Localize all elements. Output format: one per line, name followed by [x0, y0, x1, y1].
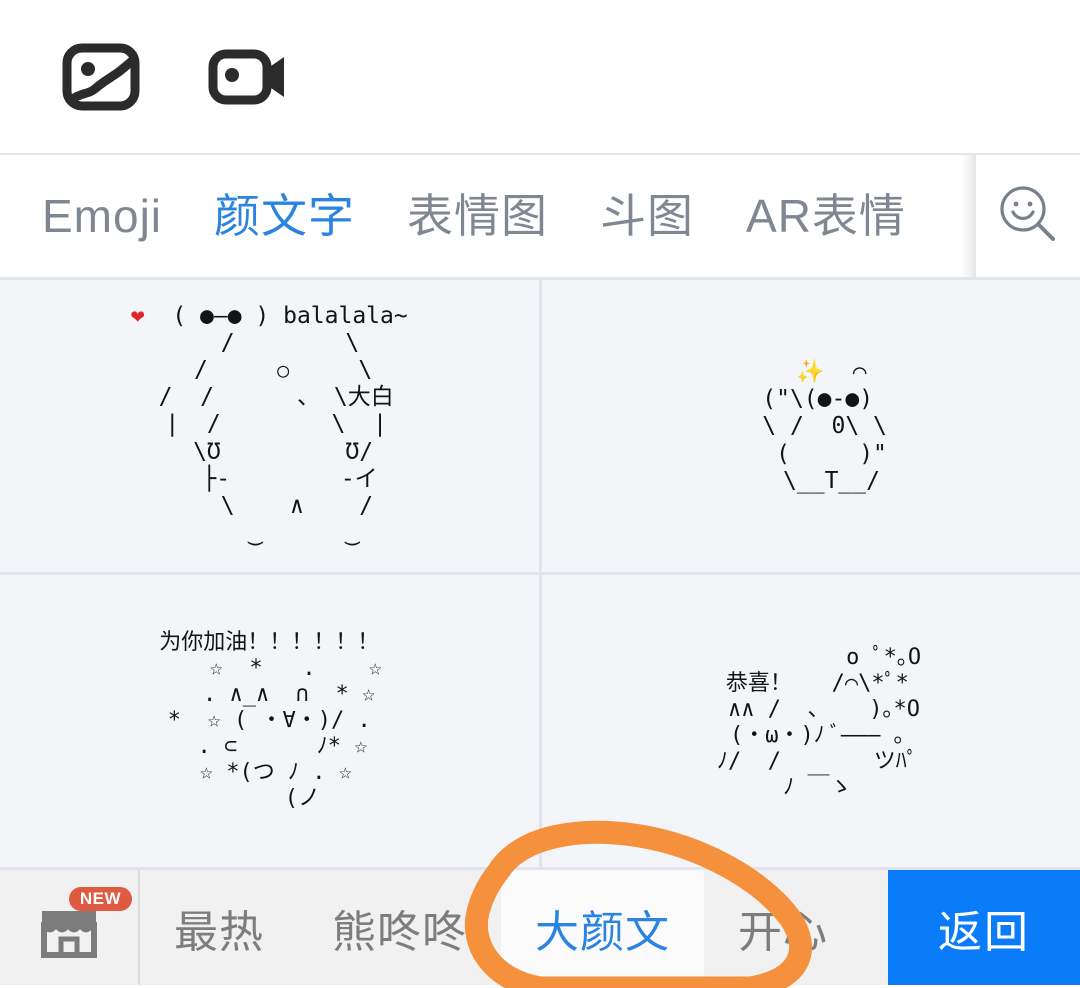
sticker-store-button[interactable]: NEW: [0, 870, 140, 985]
tabbar-divider: [962, 155, 976, 277]
kaomoji-grid: ❤ ( ●—● ) balalala~ / \ / ○ \ / / 、 \大白 …: [0, 277, 1080, 870]
back-button[interactable]: 返回: [888, 870, 1080, 985]
new-badge: NEW: [68, 886, 132, 911]
tab-kaomoji[interactable]: 颜文字: [214, 193, 355, 239]
photo-icon-button[interactable]: [58, 34, 144, 120]
bottom-tab-kaomoji[interactable]: 大颜文: [501, 870, 704, 985]
bottom-tab-hottest[interactable]: 最热: [140, 870, 298, 985]
category-tabbar: Emoji 颜文字 表情图 斗图 AR表情: [0, 155, 1080, 277]
bottom-navbar: NEW 最热 熊咚咚 大颜文 开心 返回: [0, 870, 1080, 985]
kaomoji-art: ✨ ⌒ ("\(●-●) \ / 0\ \ ( )" \__T__/: [762, 359, 887, 494]
top-toolbar: [0, 0, 1080, 155]
kaomoji-cell-cheer[interactable]: 为你加油！！！！！！ ☆ * . ☆ . ∧_∧ ∩ * ☆ * ☆ ( ・∀・…: [0, 575, 539, 867]
bottom-tab-bear[interactable]: 熊咚咚: [298, 870, 501, 985]
kaomoji-art: o ﾟ*｡O 恭喜！ /⌒\*ﾟ* ∧∧ / 、 )｡*O (・ω・)ﾉ ﾞ——…: [717, 645, 922, 800]
tab-ar-emoji[interactable]: AR表情: [746, 193, 906, 239]
kaomoji-cell-sparkle-bear[interactable]: ✨ ⌒ ("\(●-●) \ / 0\ \ ( )" \__T__/: [541, 280, 1080, 572]
kaomoji-art: ❤ ( ●—● ) balalala~ / \ / ○ \ / / 、 \大白 …: [130, 302, 408, 546]
video-icon: [208, 46, 290, 108]
photo-icon: [62, 43, 140, 111]
kaomoji-cell-congrats[interactable]: o ﾟ*｡O 恭喜！ /⌒\*ﾟ* ∧∧ / 、 )｡*O (・ω・)ﾉ ﾞ——…: [541, 575, 1080, 867]
smiley-search-icon: [997, 183, 1059, 250]
bottom-tab-happy[interactable]: 开心: [704, 870, 862, 985]
store-icon: [32, 910, 106, 969]
kaomoji-cell-baymax[interactable]: ❤ ( ●—● ) balalala~ / \ / ○ \ / / 、 \大白 …: [0, 280, 539, 572]
smiley-search-button[interactable]: [976, 155, 1080, 277]
kaomoji-art: 为你加油！！！！！！ ☆ * . ☆ . ∧_∧ ∩ * ☆ * ☆ ( ・∀・…: [159, 630, 382, 811]
tab-stickers[interactable]: 表情图: [407, 193, 548, 239]
category-tabs-scroller[interactable]: Emoji 颜文字 表情图 斗图 AR表情: [0, 155, 962, 277]
tab-doutu[interactable]: 斗图: [600, 193, 694, 239]
tab-emoji[interactable]: Emoji: [42, 193, 162, 239]
bottom-tabs: 最热 熊咚咚 大颜文 开心: [140, 870, 888, 985]
video-icon-button[interactable]: [206, 34, 292, 120]
